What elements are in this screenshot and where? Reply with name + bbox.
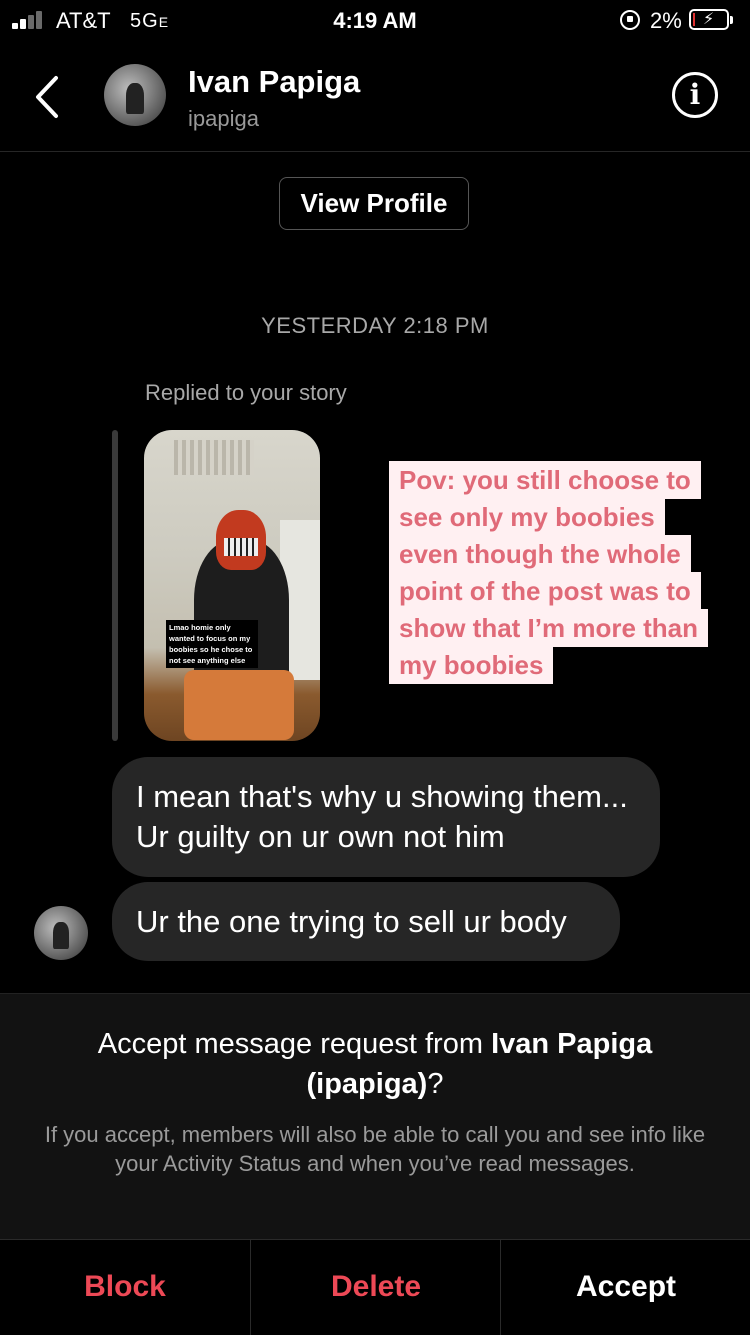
- request-title: Accept message request from Ivan Papiga …: [97, 1028, 653, 1100]
- delete-button[interactable]: Delete: [250, 1240, 501, 1335]
- reply-indicator-bar: [112, 430, 118, 741]
- request-actions: Block Delete Accept: [0, 1239, 750, 1335]
- block-button[interactable]: Block: [0, 1240, 250, 1335]
- request-description: If you accept, members will also be able…: [44, 1122, 706, 1176]
- status-bar: AT&T 5GE 4:19 AM 2% ⚡: [0, 0, 750, 44]
- orientation-lock-icon: [620, 10, 640, 30]
- accept-button[interactable]: Accept: [500, 1240, 750, 1335]
- message-bubble[interactable]: I mean that's why u showing them... Ur g…: [112, 757, 660, 877]
- message-timestamp: YESTERDAY 2:18 PM: [261, 313, 489, 338]
- story-thumbnail[interactable]: Lmao homie only wanted to focus on my bo…: [144, 430, 320, 741]
- story-caption: Lmao homie only wanted to focus on my bo…: [166, 620, 258, 668]
- message-bubble[interactable]: Ur the one trying to sell ur body: [112, 882, 620, 961]
- avatar[interactable]: [104, 64, 166, 126]
- battery-percent: 2%: [650, 8, 682, 33]
- replied-to-story-label: Replied to your story: [145, 380, 347, 405]
- info-icon[interactable]: i: [672, 72, 718, 118]
- view-profile-button[interactable]: View Profile: [279, 177, 469, 230]
- story-text: Pov: you still choose to see only my boo…: [389, 461, 719, 684]
- chat-header: Ivan Papiga ipapiga i: [0, 44, 750, 152]
- contact-name[interactable]: Ivan Papiga: [188, 64, 360, 100]
- message-request-panel: Accept message request from Ivan Papiga …: [0, 993, 750, 1239]
- contact-username: ipapiga: [188, 106, 259, 131]
- battery-icon: ⚡: [689, 9, 733, 30]
- back-arrow-icon[interactable]: [30, 74, 66, 120]
- sender-avatar[interactable]: [34, 906, 88, 960]
